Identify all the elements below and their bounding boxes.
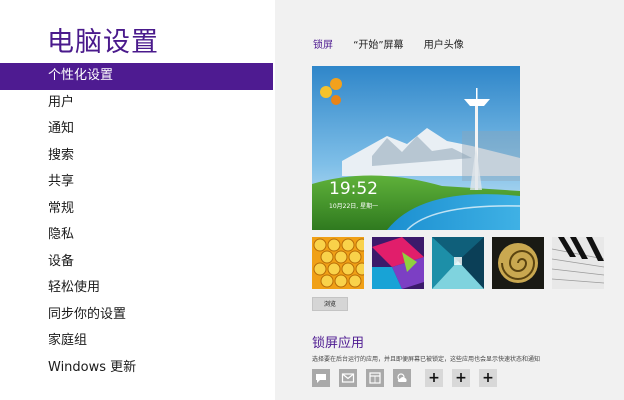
sidebar-item-homegroup[interactable]: 家庭组	[0, 328, 273, 355]
tab-lock-screen[interactable]: 锁屏	[313, 36, 333, 51]
add-icon: +	[455, 370, 467, 386]
sidebar-nav: 个性化设置 用户 通知 搜索 共享 常规 隐私 设备 轻松使用 同步你的设置 家…	[0, 63, 273, 381]
sidebar-item-windows-update[interactable]: Windows 更新	[0, 355, 273, 382]
tab-account-picture[interactable]: 用户头像	[424, 36, 464, 51]
speech-bubble-icon	[316, 374, 326, 383]
sidebar-item-ease-of-access[interactable]: 轻松使用	[0, 275, 273, 302]
sidebar: 电脑设置 个性化设置 用户 通知 搜索 共享 常规 隐私 设备 轻松使用 同步你…	[0, 0, 275, 400]
lock-app-weather[interactable]	[393, 369, 411, 387]
lock-app-mail[interactable]	[339, 369, 357, 387]
lock-apps-heading: 锁屏应用	[312, 336, 365, 351]
mail-icon	[341, 373, 355, 383]
calendar-icon	[369, 372, 381, 384]
add-lock-app-button[interactable]: +	[452, 369, 470, 387]
browse-button[interactable]: 浏览	[312, 297, 348, 311]
add-icon: +	[428, 370, 440, 386]
thumbnail-tunnel[interactable]	[432, 237, 484, 289]
sidebar-item-share[interactable]: 共享	[0, 169, 273, 196]
add-lock-app-button[interactable]: +	[479, 369, 497, 387]
content-pane: 锁屏 “开始”屏幕 用户头像 19:52 10月22日, 星期一 浏览 锁屏应用…	[275, 0, 624, 400]
lock-screen-preview: 19:52 10月22日, 星期一	[312, 66, 520, 230]
sidebar-item-sync-settings[interactable]: 同步你的设置	[0, 302, 273, 329]
sidebar-item-privacy[interactable]: 隐私	[0, 222, 273, 249]
add-icon: +	[482, 370, 494, 386]
sidebar-item-users[interactable]: 用户	[0, 90, 273, 117]
sidebar-item-search[interactable]: 搜索	[0, 143, 273, 170]
tab-start-screen[interactable]: “开始”屏幕	[353, 36, 403, 51]
sidebar-item-general[interactable]: 常规	[0, 196, 273, 223]
thumbnail-geometric[interactable]	[372, 237, 424, 289]
thumbnail-honeycomb[interactable]	[312, 237, 364, 289]
lock-app-calendar[interactable]	[366, 369, 384, 387]
sidebar-item-personalize[interactable]: 个性化设置	[0, 63, 273, 90]
tab-bar: 锁屏 “开始”屏幕 用户头像	[313, 36, 481, 51]
app-title: 电脑设置	[47, 27, 159, 58]
thumbnail-nautilus[interactable]	[492, 237, 544, 289]
thumbnail-piano[interactable]	[552, 237, 604, 289]
lock-screen-time: 19:52	[329, 179, 378, 199]
background-thumbnails	[312, 237, 612, 289]
lock-app-messaging[interactable]	[312, 369, 330, 387]
sidebar-item-devices[interactable]: 设备	[0, 249, 273, 276]
lock-apps-description: 选择要在后台运行的应用，并且即便屏幕已被锁定，这些应用也会显示快速状态和通知	[312, 356, 541, 363]
add-lock-app-button[interactable]: +	[425, 369, 443, 387]
sidebar-item-notifications[interactable]: 通知	[0, 116, 273, 143]
lock-screen-date: 10月22日, 星期一	[329, 203, 379, 210]
weather-icon	[397, 373, 407, 382]
